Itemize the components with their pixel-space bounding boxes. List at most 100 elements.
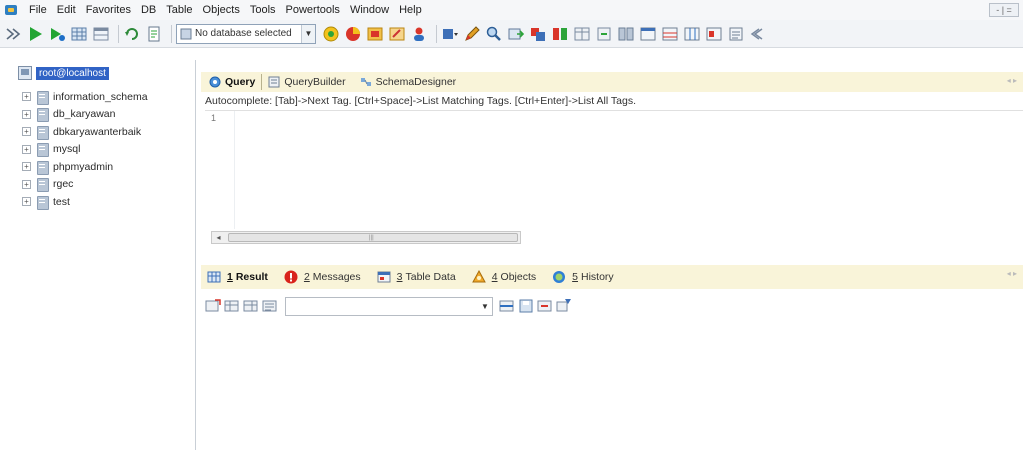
database-select[interactable]: No database selected ▼ xyxy=(176,23,316,44)
chevron-down-icon[interactable]: ▼ xyxy=(301,24,315,43)
table-icon[interactable] xyxy=(92,25,110,43)
delete-row-icon[interactable] xyxy=(537,298,553,314)
database-name[interactable]: dbkaryawanterbaik xyxy=(53,126,141,138)
insert-row-icon[interactable] xyxy=(499,298,515,314)
connection-icon[interactable] xyxy=(4,25,22,43)
menu-help[interactable]: Help xyxy=(394,0,427,20)
list-item[interactable]: + rgec xyxy=(22,176,148,194)
pencil-icon[interactable] xyxy=(463,25,481,43)
menu-db[interactable]: DB xyxy=(136,0,161,20)
tab-query[interactable]: Query xyxy=(209,76,255,88)
tab-scroll-arrows[interactable]: ◂ ▸ xyxy=(1007,269,1017,278)
table-red-icon[interactable] xyxy=(366,25,384,43)
sync-icon[interactable] xyxy=(617,25,635,43)
expand-icon[interactable]: + xyxy=(22,197,31,207)
menu-edit[interactable]: Edit xyxy=(52,0,81,20)
table-list-icon[interactable] xyxy=(727,25,745,43)
menu-window[interactable]: Window xyxy=(345,0,394,20)
tab-label: SchemaDesigner xyxy=(375,76,457,88)
table-view-icon[interactable] xyxy=(639,25,657,43)
refresh-grid-icon[interactable] xyxy=(205,298,221,314)
export-icon[interactable] xyxy=(507,25,525,43)
execute-query-icon[interactable] xyxy=(26,25,44,43)
result-filter-select[interactable]: ▼ xyxy=(285,296,493,316)
text-view-icon[interactable] xyxy=(262,298,278,314)
list-item[interactable]: + test xyxy=(22,193,148,211)
tab-label: Messages xyxy=(312,271,361,283)
expand-icon[interactable]: + xyxy=(22,162,31,172)
list-item[interactable]: + dbkaryawanterbaik xyxy=(22,123,148,141)
alert-icon xyxy=(284,270,298,284)
menu-objects[interactable]: Objects xyxy=(198,0,245,20)
copy-grid-icon[interactable] xyxy=(243,298,259,314)
window-controls[interactable]: - | = xyxy=(989,3,1019,17)
table-data-icon[interactable] xyxy=(661,25,679,43)
refresh-icon[interactable] xyxy=(123,25,141,43)
export-grid-icon[interactable] xyxy=(224,298,240,314)
execute-all-icon[interactable] xyxy=(48,25,66,43)
copy-table-icon[interactable] xyxy=(573,25,591,43)
expand-icon[interactable]: + xyxy=(22,144,31,154)
database-name[interactable]: phpmyadmin xyxy=(53,161,113,173)
expand-icon[interactable]: + xyxy=(22,127,31,137)
tab-table-data[interactable]: 3 Table Data xyxy=(377,270,456,284)
grid-icon[interactable] xyxy=(70,25,88,43)
save-grid-icon[interactable] xyxy=(518,298,534,314)
tab-label: Query xyxy=(225,76,256,88)
menu-file[interactable]: File xyxy=(24,0,52,20)
tab-scroll-arrows[interactable]: ◂ ▸ xyxy=(1007,76,1017,85)
server-icon xyxy=(18,66,32,80)
schema-dropdown-icon[interactable] xyxy=(441,25,459,43)
database-name[interactable]: test xyxy=(53,196,70,208)
database-name[interactable]: rgec xyxy=(53,178,73,190)
menu-powertools[interactable]: Powertools xyxy=(281,0,345,20)
database-name[interactable]: mysql xyxy=(53,143,80,155)
database-name[interactable]: db_karyawan xyxy=(53,108,115,120)
query-editor[interactable]: 1 xyxy=(205,110,1023,229)
query-icon xyxy=(209,76,221,88)
menu-favorites[interactable]: Favorites xyxy=(81,0,136,20)
table-edit-icon[interactable] xyxy=(388,25,406,43)
import-icon[interactable] xyxy=(529,25,547,43)
table-index-icon[interactable] xyxy=(705,25,723,43)
database-icon xyxy=(37,178,49,193)
red-pie-icon[interactable] xyxy=(344,25,362,43)
scroll-left-icon[interactable]: ◂ xyxy=(213,232,224,243)
expand-icon[interactable]: + xyxy=(22,109,31,119)
expand-icon[interactable]: + xyxy=(22,179,31,189)
query-panel: Query QueryBuilder SchemaDesigner ◂ ▸ Au… xyxy=(201,60,1023,260)
menu-table[interactable]: Table xyxy=(161,0,197,20)
database-icon xyxy=(37,108,49,123)
database-name[interactable]: information_schema xyxy=(53,91,148,103)
filter-grid-icon[interactable] xyxy=(556,298,572,314)
document-icon[interactable] xyxy=(145,25,163,43)
tab-label: Table Data xyxy=(405,271,456,283)
expand-icon[interactable]: + xyxy=(22,92,31,102)
connection-label[interactable]: root@localhost xyxy=(36,66,109,80)
tab-schemadesigner[interactable]: SchemaDesigner xyxy=(360,76,457,88)
menu-tools[interactable]: Tools xyxy=(245,0,281,20)
list-item[interactable]: + mysql xyxy=(22,141,148,159)
tab-separator xyxy=(261,74,263,90)
list-item[interactable]: + information_schema xyxy=(22,88,148,106)
list-item[interactable]: + db_karyawan xyxy=(22,106,148,124)
restore-icon[interactable] xyxy=(595,25,613,43)
table-columns-icon[interactable] xyxy=(683,25,701,43)
user-icon[interactable] xyxy=(410,25,428,43)
tab-history[interactable]: 5 History xyxy=(552,270,614,284)
tab-querybuilder[interactable]: QueryBuilder xyxy=(268,76,346,88)
arrow-back-icon[interactable] xyxy=(749,25,767,43)
chevron-down-icon[interactable]: ▼ xyxy=(478,298,492,315)
search-icon[interactable] xyxy=(485,25,503,43)
tab-messages[interactable]: 2 Messages xyxy=(284,270,361,284)
horizontal-scrollbar[interactable]: ◂ ||| xyxy=(211,231,521,244)
database-select-value: No database selected xyxy=(195,28,292,39)
backup-icon[interactable] xyxy=(551,25,569,43)
tree-root[interactable]: root@localhost xyxy=(18,66,109,80)
list-item[interactable]: + phpmyadmin xyxy=(22,158,148,176)
scrollbar-thumb[interactable]: ||| xyxy=(228,233,518,242)
query-tab-strip: Query QueryBuilder SchemaDesigner ◂ ▸ xyxy=(201,72,1023,92)
tab-objects[interactable]: 4 Objects xyxy=(471,269,536,284)
yellow-circle-icon[interactable] xyxy=(322,25,340,43)
tab-result[interactable]: 1 Result xyxy=(207,270,268,284)
